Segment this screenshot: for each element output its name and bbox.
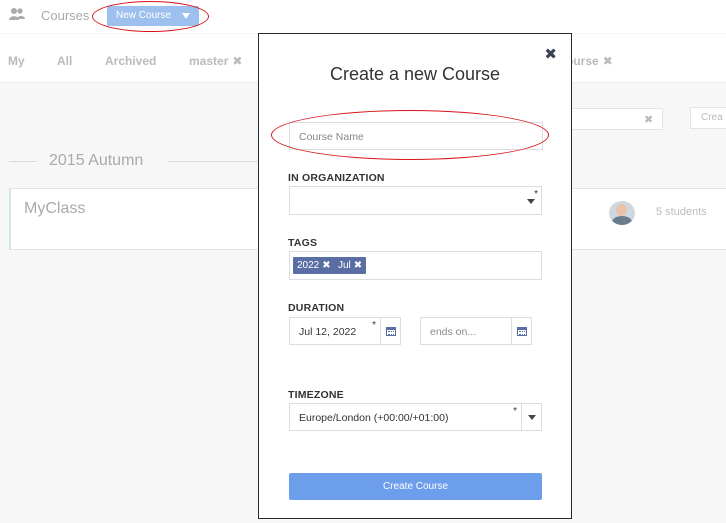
- avatar: [609, 201, 635, 225]
- end-date-placeholder: ends on...: [430, 326, 477, 338]
- create-course-button[interactable]: Create Course: [289, 473, 542, 500]
- tags-input[interactable]: 2022 ✖ Jul ✖: [289, 251, 542, 280]
- course-title: MyClass: [24, 200, 86, 217]
- course-name-input[interactable]: Course Name: [289, 122, 543, 150]
- new-course-button[interactable]: New Course: [107, 6, 199, 26]
- tag-label: Jul: [338, 260, 351, 271]
- close-icon[interactable]: ✖: [603, 54, 613, 68]
- clear-filter-icon[interactable]: ✖: [644, 113, 653, 126]
- users-icon: [9, 8, 25, 20]
- required-mark: *: [513, 406, 517, 417]
- duration-label: DURATION: [288, 302, 345, 314]
- close-icon[interactable]: ✖: [544, 45, 557, 63]
- tag-chip: 2022 ✖: [293, 257, 335, 274]
- start-date-input[interactable]: Jul 12, 2022 *: [289, 317, 401, 345]
- tab-course[interactable]: ourse ✖: [566, 54, 613, 68]
- remove-tag-icon[interactable]: ✖: [322, 260, 330, 271]
- dialog-title: Create a new Course: [329, 64, 501, 84]
- top-bar: Courses New Course: [0, 0, 726, 33]
- calendar-button[interactable]: [511, 318, 531, 344]
- students-count: 5 students: [656, 206, 707, 218]
- chevron-down-icon: [182, 13, 190, 19]
- courses-nav-link[interactable]: Courses: [41, 8, 89, 23]
- calendar-icon: [386, 327, 396, 336]
- course-name-placeholder: Course Name: [299, 131, 364, 143]
- calendar-icon: [517, 327, 527, 336]
- tab-master-label: master: [189, 54, 229, 68]
- tab-archived[interactable]: Archived: [105, 54, 156, 68]
- tag-chip: Jul ✖: [334, 257, 367, 274]
- divider: [9, 161, 37, 162]
- timezone-select[interactable]: Europe/London (+00:00/+01:00) *: [289, 403, 542, 431]
- timezone-label: TIMEZONE: [288, 389, 344, 401]
- chevron-down-icon: [528, 415, 536, 420]
- organization-label: IN ORGANIZATION: [288, 172, 385, 184]
- create-course-dialog: ✖ Create a new Course Course Name IN ORG…: [258, 33, 572, 519]
- timezone-dropdown-button[interactable]: [521, 404, 541, 430]
- calendar-button[interactable]: [380, 318, 400, 344]
- semester-title: 2015 Autumn: [49, 152, 144, 169]
- chevron-down-icon: [527, 199, 535, 204]
- end-date-input[interactable]: ends on...: [420, 317, 532, 345]
- timezone-value: Europe/London (+00:00/+01:00): [299, 412, 449, 424]
- tag-label: 2022: [297, 260, 320, 271]
- tags-label: TAGS: [288, 237, 318, 249]
- tab-all[interactable]: All: [57, 54, 72, 68]
- tab-master[interactable]: master ✖: [189, 54, 242, 68]
- create-button[interactable]: Crea: [690, 107, 726, 129]
- close-icon[interactable]: ✖: [232, 54, 242, 68]
- divider: [168, 161, 260, 162]
- organization-select[interactable]: *: [289, 186, 542, 215]
- required-mark: *: [372, 320, 376, 331]
- tab-my[interactable]: My: [8, 54, 25, 68]
- remove-tag-icon[interactable]: ✖: [354, 260, 362, 271]
- new-course-label: New Course: [116, 10, 172, 21]
- start-date-value: Jul 12, 2022: [299, 326, 357, 338]
